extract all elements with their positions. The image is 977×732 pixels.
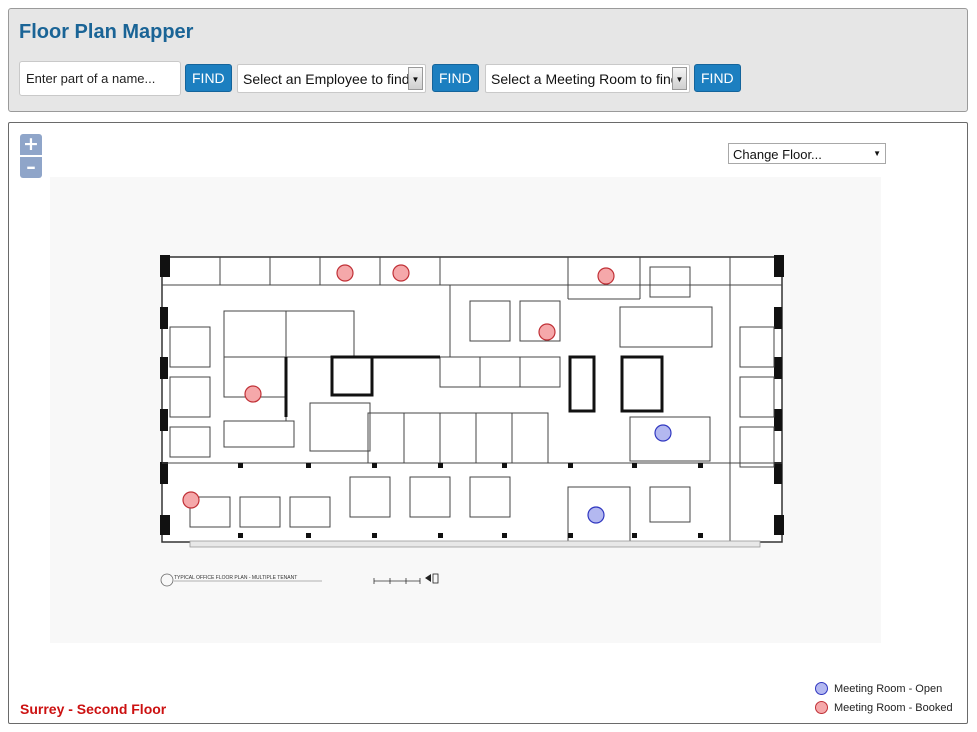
floor-plan-drawing: TYPICAL OFFICE FLOOR PLAN - MULTIPLE TEN… (160, 255, 784, 587)
legend-open-label: Meeting Room - Open (834, 682, 943, 695)
change-floor-select[interactable]: Change Floor... ▼ (728, 143, 886, 164)
chevron-down-icon: ▼ (873, 149, 881, 158)
meeting-room-select[interactable]: Select a Meeting Room to find ▼ (485, 64, 690, 93)
meeting-room-open-marker[interactable] (654, 424, 672, 442)
employee-select-value: Select an Employee to find (243, 71, 410, 87)
header-panel: Floor Plan Mapper FIND Select an Employe… (8, 8, 968, 112)
legend-item-open: Meeting Room - Open (815, 679, 953, 698)
floor-label: Surrey - Second Floor (20, 701, 167, 717)
change-floor-value: Change Floor... (733, 147, 822, 162)
meeting-room-booked-marker[interactable] (182, 491, 200, 509)
meeting-room-select-value: Select a Meeting Room to find (491, 71, 679, 87)
legend: Meeting Room - Open Meeting Room - Booke… (815, 679, 953, 717)
chevron-down-icon[interactable]: ▼ (672, 67, 687, 90)
open-circle-icon (815, 682, 828, 695)
employee-select[interactable]: Select an Employee to find ▼ (237, 64, 426, 93)
meeting-room-booked-marker[interactable] (336, 264, 354, 282)
plan-caption: TYPICAL OFFICE FLOOR PLAN - MULTIPLE TEN… (174, 575, 297, 581)
find-room-button[interactable]: FIND (694, 64, 741, 92)
map-panel: + – Change Floor... ▼ TYPICAL OFFICE FLO… (8, 122, 968, 724)
meeting-room-booked-marker[interactable] (597, 267, 615, 285)
booked-circle-icon (815, 701, 828, 714)
find-name-button[interactable]: FIND (185, 64, 232, 92)
meeting-room-booked-marker[interactable] (392, 264, 410, 282)
legend-booked-label: Meeting Room - Booked (834, 701, 953, 714)
zoom-in-button[interactable]: + (20, 134, 42, 155)
name-search-input[interactable] (19, 61, 181, 96)
chevron-down-icon[interactable]: ▼ (408, 67, 423, 90)
meeting-room-booked-marker[interactable] (244, 385, 262, 403)
zoom-out-button[interactable]: – (20, 157, 42, 178)
app-title: Floor Plan Mapper (19, 21, 194, 43)
meeting-room-booked-marker[interactable] (538, 323, 556, 341)
find-employee-button[interactable]: FIND (432, 64, 479, 92)
meeting-room-open-marker[interactable] (587, 506, 605, 524)
legend-item-booked: Meeting Room - Booked (815, 698, 953, 717)
floor-plan-map[interactable]: TYPICAL OFFICE FLOOR PLAN - MULTIPLE TEN… (50, 177, 881, 643)
